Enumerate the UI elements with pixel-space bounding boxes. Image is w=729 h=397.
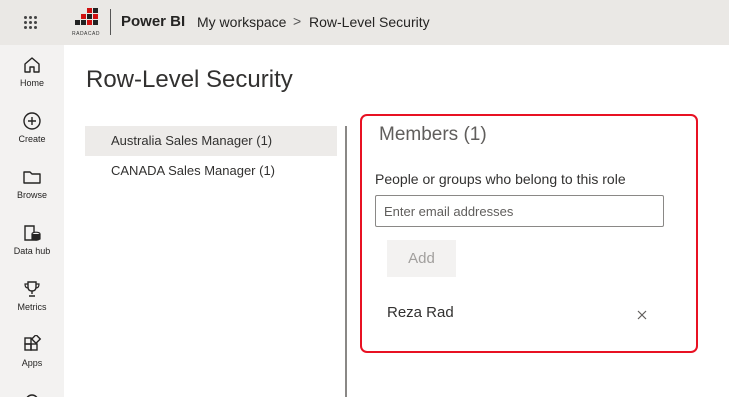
nav-item-metrics[interactable]: Metrics — [0, 279, 64, 333]
add-button[interactable]: Add — [387, 240, 456, 277]
nav-item-create[interactable]: Create — [0, 111, 64, 165]
role-item-canada[interactable]: CANADA Sales Manager (1) — [85, 156, 337, 186]
panel-divider — [345, 126, 347, 397]
nav-item-home[interactable]: Home — [0, 55, 64, 109]
remove-member-icon[interactable] — [633, 306, 651, 324]
nav-label-create: Create — [18, 134, 46, 144]
header-divider — [110, 9, 111, 35]
members-title: Members (1) — [379, 124, 487, 145]
nav-item-apps[interactable]: Apps — [0, 335, 64, 389]
more-icon — [26, 394, 38, 397]
nav-label-data-hub: Data hub — [13, 246, 51, 256]
breadcrumb-my-workspace[interactable]: My workspace — [197, 14, 286, 30]
page-title: Row-Level Security — [86, 66, 293, 93]
email-input[interactable] — [375, 195, 664, 227]
app-name[interactable]: Power BI — [121, 13, 185, 30]
trophy-icon — [24, 281, 40, 297]
breadcrumb-current-page: Row-Level Security — [309, 14, 430, 30]
left-nav: Home Create Browse Data hub Metrics Apps — [0, 45, 64, 397]
plus-circle-icon — [23, 112, 41, 130]
nav-label-browse: Browse — [16, 190, 47, 200]
folder-icon — [23, 171, 41, 184]
home-icon — [24, 57, 40, 73]
breadcrumb-separator: > — [293, 13, 302, 29]
app-launcher-icon[interactable] — [22, 14, 40, 32]
nav-label-apps: Apps — [21, 358, 43, 368]
nav-item-data-hub[interactable]: Data hub — [0, 223, 64, 277]
apps-icon — [24, 335, 42, 351]
member-name: Reza Rad — [387, 304, 454, 321]
nav-item-more[interactable] — [0, 391, 64, 397]
nav-label-metrics: Metrics — [17, 302, 47, 312]
nav-item-browse[interactable]: Browse — [0, 167, 64, 221]
nav-label-home: Home — [19, 78, 44, 88]
role-item-australia[interactable]: Australia Sales Manager (1) — [85, 126, 337, 156]
logo-text: RADACAD — [72, 31, 100, 37]
data-hub-icon — [24, 225, 41, 241]
members-field-label: People or groups who belong to this role — [375, 171, 626, 187]
top-bar: RADACAD Power BI My workspace > Row-Leve… — [0, 0, 729, 45]
